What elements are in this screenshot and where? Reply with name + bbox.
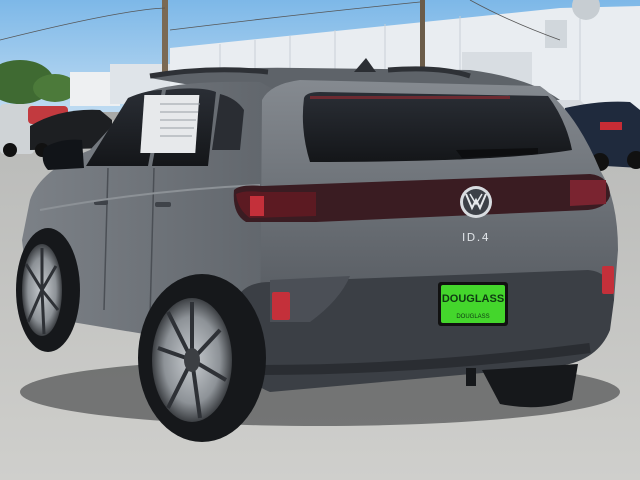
dealer-subtext: DOUGLASS	[456, 314, 489, 320]
license-plate: DOUGLASS DOUGLASS	[438, 282, 508, 326]
car-photo: ID.4 DOUGLASS DOUGLASS	[0, 0, 640, 480]
tow-hook	[466, 368, 476, 386]
window-sticker-icon	[140, 95, 200, 153]
vw-logo-icon	[460, 186, 492, 218]
dealer-name: DOUGLASS	[442, 293, 504, 305]
model-badge: ID.4	[462, 231, 490, 244]
rear-wheel-left	[138, 274, 266, 442]
front-wheel	[16, 228, 80, 352]
